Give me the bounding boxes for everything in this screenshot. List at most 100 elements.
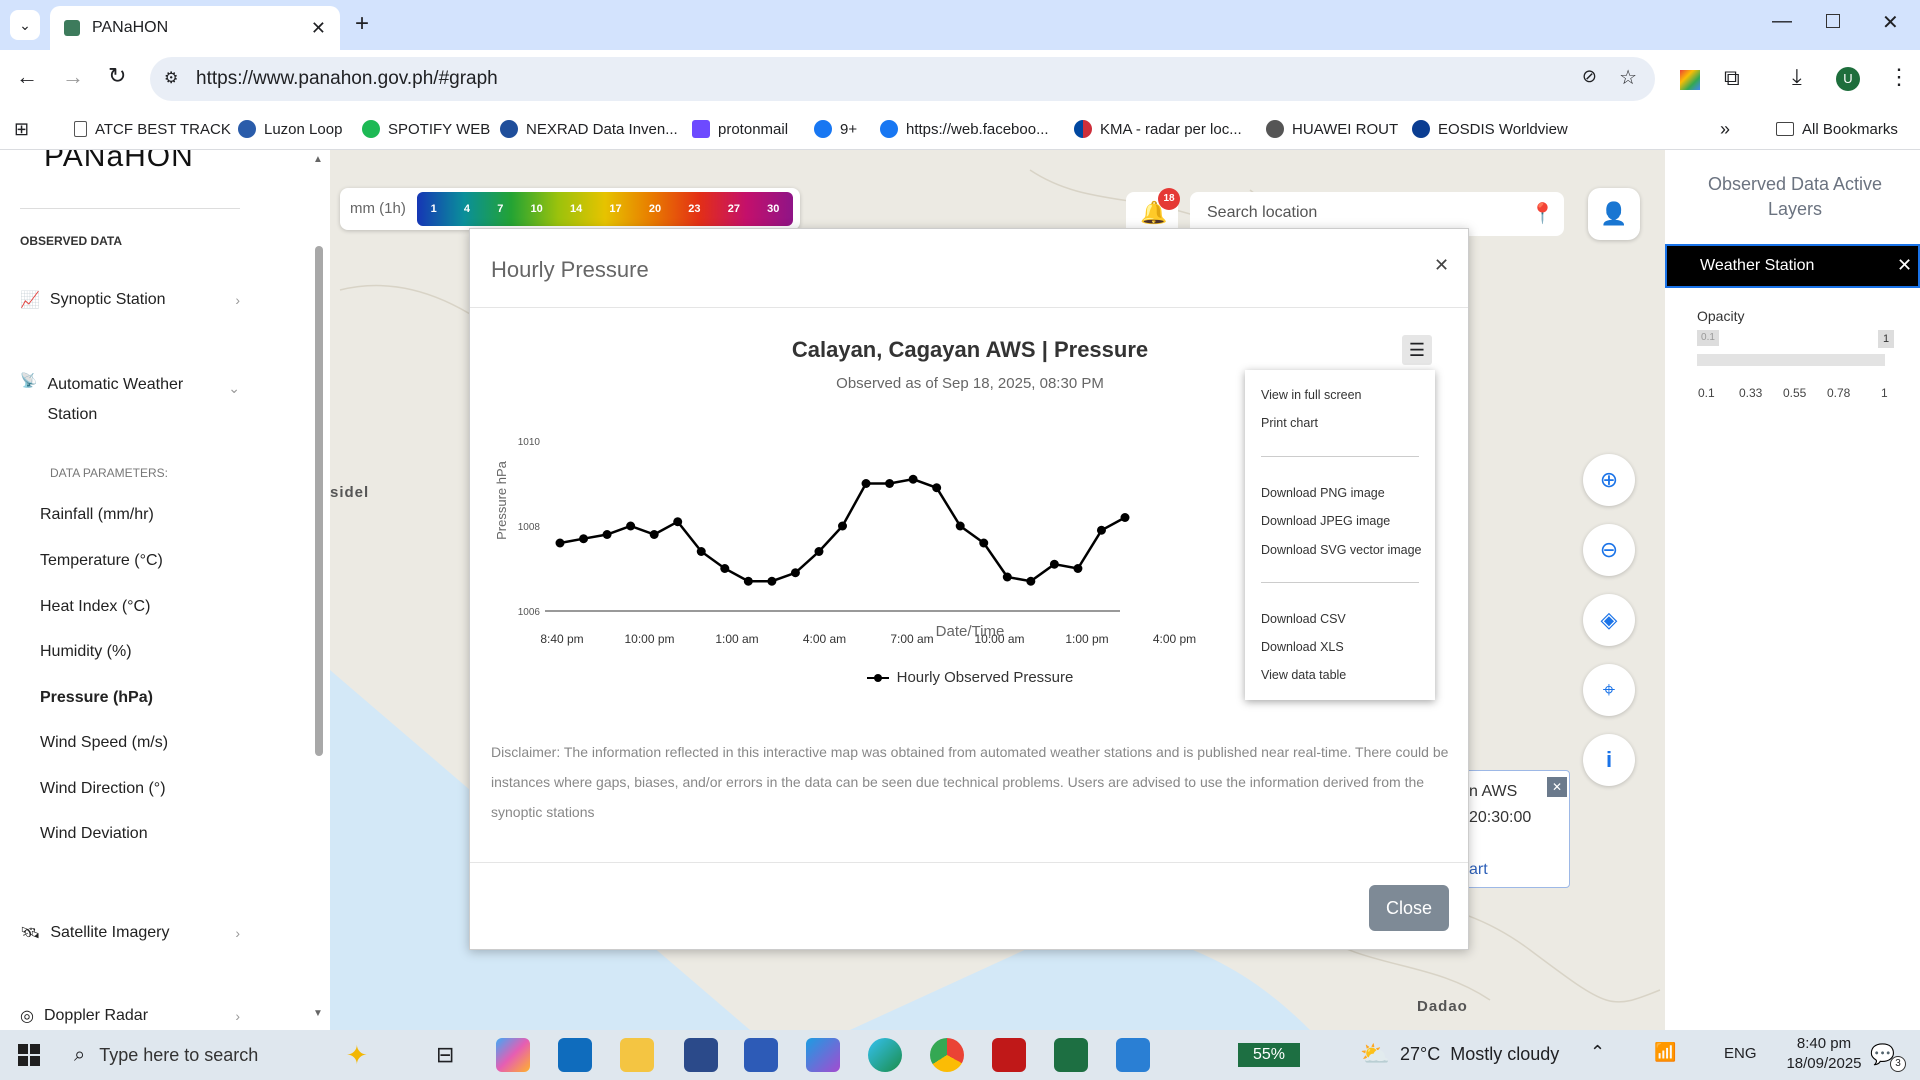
zoom-in-button[interactable]: ⊕: [1583, 454, 1635, 506]
outlook-icon[interactable]: [558, 1038, 592, 1072]
bookmark-facebook[interactable]: https://web.faceboo...: [880, 116, 1049, 142]
location-search-input[interactable]: Search location: [1207, 204, 1317, 222]
menu-download-svg[interactable]: Download SVG vector image: [1261, 543, 1422, 557]
data-point: [602, 530, 612, 539]
taskbar-search-input[interactable]: Type here to search: [99, 1045, 258, 1066]
lync-icon[interactable]: [684, 1038, 718, 1072]
browser-tab[interactable]: PANaHON ✕: [50, 6, 340, 50]
rain-scale-1: 1: [430, 203, 437, 215]
location-pin-icon[interactable]: 📍: [1530, 201, 1555, 226]
param-humidity[interactable]: Humidity (%): [40, 643, 132, 661]
param-temperature[interactable]: Temperature (°C): [40, 552, 163, 570]
nav-synoptic-station[interactable]: 📈 Synoptic Station ›: [20, 290, 240, 310]
star-icon[interactable]: ☆: [1619, 65, 1637, 90]
minimize-button[interactable]: —: [1772, 10, 1792, 33]
close-button[interactable]: Close: [1369, 885, 1449, 931]
all-bookmarks[interactable]: All Bookmarks: [1776, 116, 1898, 142]
bookmark-nexrad[interactable]: NEXRAD Data Inven...: [500, 116, 678, 142]
zoom-out-button[interactable]: ⊖: [1583, 524, 1635, 576]
windows-start-icon[interactable]: [18, 1044, 40, 1066]
extension-colorful-icon[interactable]: [1680, 70, 1700, 90]
param-pressure[interactable]: Pressure (hPa): [40, 689, 153, 707]
rain-scale-17: 17: [609, 203, 622, 215]
user-button[interactable]: 👤: [1588, 188, 1640, 240]
photos-icon[interactable]: [1116, 1038, 1150, 1072]
bookmark-luzon-loop[interactable]: Luzon Loop: [238, 116, 342, 142]
opacity-max-badge: 1: [1878, 330, 1894, 348]
language-indicator[interactable]: ENG: [1724, 1045, 1757, 1062]
param-rainfall[interactable]: Rainfall (mm/hr): [40, 506, 154, 524]
layer-close-icon[interactable]: ✕: [1897, 255, 1912, 276]
weather-text[interactable]: 27°C Mostly cloudy: [1400, 1044, 1559, 1065]
bookmark-eosdis[interactable]: EOSDIS Worldview: [1412, 116, 1568, 142]
modal-close-icon[interactable]: ✕: [1434, 255, 1449, 276]
locate-button[interactable]: ⌖: [1583, 664, 1635, 716]
apps-grid-icon[interactable]: ⊞: [14, 116, 29, 142]
reload-button[interactable]: ↻: [108, 63, 126, 89]
nav-aws[interactable]: 📡 Automatic Weather Station ⌄: [20, 370, 240, 430]
menu-view-fullscreen[interactable]: View in full screen: [1261, 388, 1362, 402]
chrome-icon[interactable]: [930, 1038, 964, 1072]
chart-menu-button[interactable]: ☰: [1402, 335, 1432, 365]
tab-close-icon[interactable]: ✕: [311, 18, 326, 39]
excel-icon[interactable]: [1054, 1038, 1088, 1072]
param-wind-speed[interactable]: Wind Speed (m/s): [40, 734, 168, 752]
sidebar-scrollbar-thumb[interactable]: [315, 246, 323, 756]
extensions-puzzle-icon[interactable]: ⧉: [1724, 65, 1740, 91]
param-heat-index[interactable]: Heat Index (°C): [40, 598, 150, 616]
bookmark-huawei[interactable]: HUAWEI ROUT: [1266, 116, 1398, 142]
rain-scale-7: 7: [497, 203, 504, 215]
site-info-icon[interactable]: ⚙: [164, 68, 178, 88]
bookmark-kma[interactable]: KMA - radar per loc...: [1074, 116, 1242, 142]
profile-avatar[interactable]: U: [1836, 67, 1860, 91]
menu-download-csv[interactable]: Download CSV: [1261, 612, 1346, 626]
nav-satellite-imagery[interactable]: 🛰 Satellite Imagery ›: [20, 923, 240, 943]
copilot-icon[interactable]: [496, 1038, 530, 1072]
m365-icon[interactable]: [806, 1038, 840, 1072]
opacity-slider-track[interactable]: [1697, 354, 1885, 366]
layers-button[interactable]: ◈: [1583, 594, 1635, 646]
window-close-button[interactable]: ✕: [1882, 10, 1899, 35]
legend-marker-icon: [866, 673, 889, 682]
bookmark-atcf[interactable]: ATCF BEST TRACK: [74, 116, 231, 142]
tray-chevron-up-icon[interactable]: ⌃: [1590, 1042, 1605, 1063]
mcafee-icon[interactable]: [992, 1038, 1026, 1072]
data-point: [1096, 525, 1106, 535]
menu-kebab-icon[interactable]: ⋮: [1888, 64, 1910, 90]
param-wind-deviation[interactable]: Wind Deviation: [40, 825, 148, 843]
sidebar-scroll-down[interactable]: ▼: [313, 1008, 323, 1019]
menu-download-png[interactable]: Download PNG image: [1261, 486, 1385, 500]
edge-icon[interactable]: [868, 1038, 902, 1072]
network-icon[interactable]: 📶: [1654, 1042, 1676, 1063]
menu-view-data-table[interactable]: View data table: [1261, 668, 1346, 682]
tab-search-button[interactable]: ⌄: [10, 10, 40, 40]
store-icon[interactable]: [744, 1038, 778, 1072]
bookmark-protonmail[interactable]: protonmail: [692, 116, 788, 142]
bookmark-facebook-count[interactable]: 9+: [814, 116, 857, 142]
restore-button[interactable]: [1826, 14, 1840, 28]
more-bookmarks-icon[interactable]: »: [1720, 116, 1730, 142]
clock[interactable]: 8:40 pm 18/09/2025: [1776, 1034, 1872, 1074]
menu-download-xls[interactable]: Download XLS: [1261, 640, 1344, 654]
sidebar-scroll-up[interactable]: ▲: [313, 154, 323, 165]
task-view-icon[interactable]: ⊟: [436, 1042, 454, 1068]
forward-button[interactable]: →: [62, 64, 84, 90]
new-tab-button[interactable]: +: [355, 10, 369, 38]
layer-header: Weather Station ✕: [1665, 244, 1920, 288]
menu-print-chart[interactable]: Print chart: [1261, 416, 1318, 430]
nav-doppler-radar[interactable]: ◎ Doppler Radar ›: [20, 1006, 240, 1026]
menu-download-jpeg[interactable]: Download JPEG image: [1261, 514, 1390, 528]
popup-close-icon[interactable]: ✕: [1547, 777, 1567, 797]
info-button[interactable]: i: [1583, 734, 1635, 786]
bookmark-spotify[interactable]: SPOTIFY WEB: [362, 116, 490, 142]
address-bar[interactable]: ⚙ https://www.panahon.gov.ph/#graph ⊘ ☆: [150, 57, 1655, 101]
active-layers-title: Observed Data Active Layers: [1707, 174, 1883, 219]
opacity-tick-4: 1: [1881, 386, 1888, 400]
eye-off-icon[interactable]: ⊘: [1582, 66, 1597, 87]
download-icon[interactable]: ⤓: [1792, 64, 1802, 90]
back-button[interactable]: ←: [16, 64, 38, 90]
battery-indicator[interactable]: 55%: [1238, 1043, 1300, 1067]
file-explorer-icon[interactable]: [620, 1038, 654, 1072]
popup-chart-link[interactable]: art: [1469, 861, 1488, 879]
param-wind-direction[interactable]: Wind Direction (°): [40, 780, 166, 798]
